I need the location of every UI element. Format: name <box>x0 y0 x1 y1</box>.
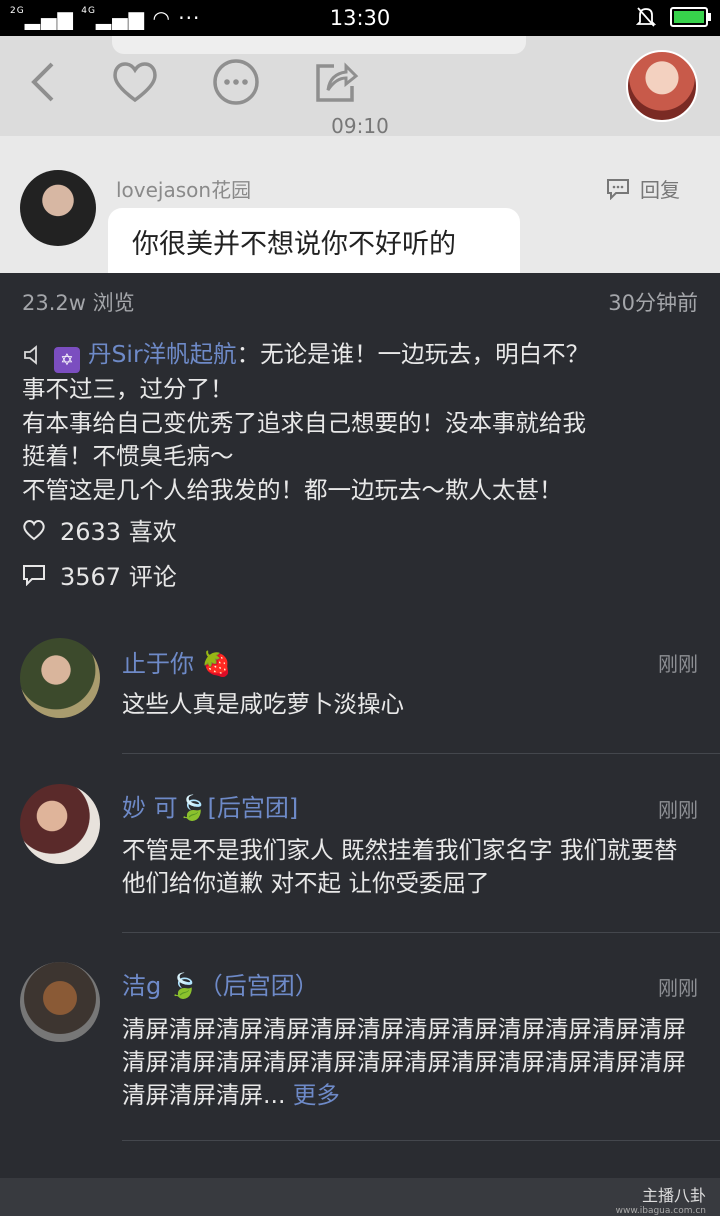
view-count: 23.2w 浏览 <box>22 291 135 315</box>
commenter-name[interactable]: 妙 可🍃[后宫团] <box>122 788 298 823</box>
status-bar: 2G▂▄▆ 4G▂▄▆ ◠ ··· 13:30 <box>0 0 720 36</box>
sender-name: lovejason花园 <box>116 178 252 202</box>
more-link[interactable]: 更多 <box>293 1081 340 1109</box>
more-options-icon[interactable] <box>212 58 260 106</box>
watermark-brand: 主播八卦 <box>641 1186 706 1205</box>
reply-label: 回复 <box>640 178 680 202</box>
message-text: 你很美并不想说你不好听的 <box>132 229 456 260</box>
watermark: 主播八卦 www.ibagua.com.cn <box>616 1182 706 1216</box>
post-time: 30分钟前 <box>608 291 698 315</box>
battery-icon <box>670 7 711 27</box>
share-icon[interactable] <box>312 58 360 106</box>
post-text-line-3: 挺着！不惯臭毛病～ <box>22 442 234 470</box>
watermark-url: www.ibagua.com.cn <box>615 1206 706 1216</box>
commenter-avatar[interactable] <box>20 962 100 1042</box>
post-author[interactable]: 丹Sir洋帆起航 <box>88 340 237 368</box>
post-text-line-1: 事不过三，过分了！ <box>22 375 234 403</box>
commenter-name[interactable]: 洁g 🍃（后宫团） <box>122 966 319 1001</box>
message-timestamp: 09:10 <box>331 114 389 138</box>
comment-time: 刚刚 <box>658 976 698 1000</box>
likes-count: 2633 喜欢 <box>60 518 177 546</box>
speaker-icon[interactable] <box>22 344 44 366</box>
comment-divider <box>122 753 720 754</box>
bottom-bar <box>0 1178 720 1216</box>
comment-text: 清屏清屏清屏清屏清屏清屏清屏清屏清屏清屏清屏清屏清屏清屏清屏清屏清屏清屏清屏清屏… <box>122 1013 698 1112</box>
commenter-name[interactable]: 止于你 🍓 <box>122 644 232 679</box>
comment-text: 不管是不是我们家人 既然挂着我们家名字 我们就要替他们给你道歉 对不起 让你受委… <box>122 836 678 897</box>
star-badge-icon: ✡ <box>54 347 80 373</box>
contact-avatar[interactable] <box>626 50 698 122</box>
comment-text-body: 清屏清屏清屏清屏清屏清屏清屏清屏清屏清屏清屏清屏清屏清屏清屏清屏清屏清屏清屏清屏… <box>122 1015 686 1109</box>
back-arrow-icon[interactable] <box>26 58 58 106</box>
sender-avatar[interactable] <box>20 170 96 246</box>
commenter-avatar[interactable] <box>20 784 100 864</box>
commenter-avatar[interactable] <box>20 638 100 718</box>
likes-row[interactable]: 2633 喜欢 <box>22 512 177 547</box>
comment-time: 刚刚 <box>658 798 698 822</box>
notification-pill <box>112 36 526 54</box>
comments-row[interactable]: 3567 评论 <box>22 557 177 592</box>
mute-bell-icon <box>636 7 656 27</box>
heart-icon[interactable] <box>110 58 160 106</box>
post-text-line-2: 有本事给自己变优秀了追求自己想要的！没本事就给我 <box>22 408 586 437</box>
reply-button[interactable]: 回复 <box>606 174 680 203</box>
heart-outline-icon <box>23 519 45 540</box>
post-content: ✡ 丹Sir洋帆起航：无论是谁！一边玩去，明白不？ 事不过三，过分了！ 有本事给自… <box>22 338 702 507</box>
comment-divider <box>122 932 720 933</box>
comment-icon <box>23 564 45 586</box>
post-meta: 23.2w 浏览 30分钟前 <box>22 287 698 317</box>
comment-text: 这些人真是咸吃萝卜淡操心 <box>122 690 404 718</box>
comment-time: 刚刚 <box>658 652 698 676</box>
post-text-line-0: ：无论是谁！一边玩去，明白不？ <box>236 340 590 368</box>
clock: 13:30 <box>329 6 391 30</box>
comment-divider <box>122 1140 720 1141</box>
comments-count: 3567 评论 <box>60 563 177 591</box>
reply-icon <box>607 178 629 200</box>
post-text-line-4: 不管这是几个人给我发的！都一边玩去～欺人太甚！ <box>22 475 563 504</box>
